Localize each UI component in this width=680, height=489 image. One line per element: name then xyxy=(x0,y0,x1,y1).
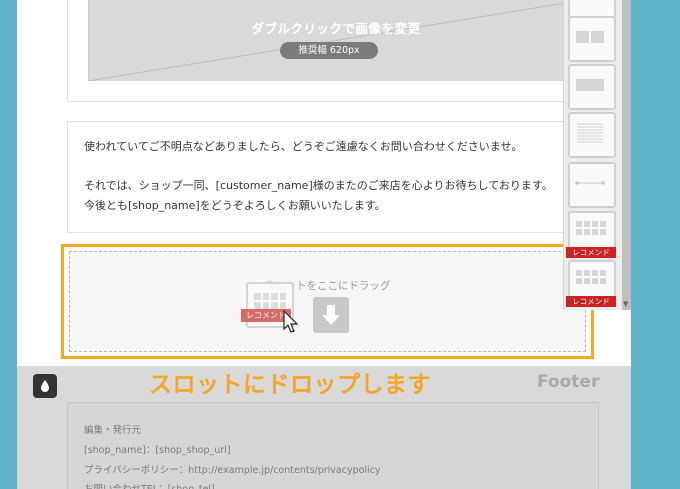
drop-zone-highlight: スロットをここにドラッグ xyxy=(61,244,594,359)
recommend-tag: レコメンド xyxy=(566,247,616,258)
drop-arrow-icon xyxy=(313,297,349,333)
image-placeholder-cross xyxy=(88,0,584,81)
slot-drop-zone[interactable]: スロットをここにドラッグ xyxy=(69,251,586,352)
divider-slot-icon xyxy=(575,181,605,185)
recommend-grid-slot-icon xyxy=(576,270,606,284)
footer-line: 編集・発行元 xyxy=(84,425,142,436)
drop-icon[interactable] xyxy=(33,374,57,398)
mouse-pointer-icon xyxy=(283,309,299,338)
image-block[interactable]: ダブルクリックで画像を変更 推奨幅 620px xyxy=(67,0,599,102)
text-line: 使われていてご不明点などありましたら、どうぞご遠慮なくお問い合わせくださいませ。 xyxy=(84,140,523,153)
slot-item-image[interactable] xyxy=(568,64,616,110)
scroll-down-arrow-icon[interactable]: ▼ xyxy=(623,300,628,308)
text-line: それでは、ショップ一同、[customer_name]様のまたのご来店を心よりお… xyxy=(84,179,553,192)
slot-item-divider[interactable] xyxy=(568,162,616,208)
slot-item-text[interactable] xyxy=(568,112,616,158)
footer-line: [shop_name]：[shop_shop_url] xyxy=(84,445,231,456)
grid-icon xyxy=(254,293,286,309)
recommended-width-badge: 推奨幅 620px xyxy=(280,42,378,59)
drop-callout-text: スロットにドロップします xyxy=(149,372,431,398)
mail-editor-canvas: ダブルクリックで画像を変更 推奨幅 620px 使われていてご不明点などありまし… xyxy=(17,0,631,489)
recommend-tag: レコメンド xyxy=(566,296,616,307)
text-line: 今後とも[shop_name]をどうぞよろしくお願いいたします。 xyxy=(84,199,386,212)
slot-item-recommend[interactable]: レコメンド xyxy=(566,211,616,258)
slot-item-recommend[interactable]: レコメンド xyxy=(566,260,616,307)
footer-text-block[interactable]: 編集・発行元 [shop_name]：[shop_shop_url] プライバシ… xyxy=(67,402,599,489)
image-placeholder[interactable]: ダブルクリックで画像を変更 推奨幅 620px xyxy=(88,0,584,81)
text-block[interactable]: 使われていてご不明点などありましたら、どうぞご遠慮なくお問い合わせくださいませ。… xyxy=(67,121,599,233)
image-slot-icon xyxy=(576,79,604,91)
text-slot-icon xyxy=(577,123,603,143)
footer-line: お問い合わせTEL：[shop_tel] xyxy=(84,481,215,489)
palette-scrollbar[interactable] xyxy=(622,0,631,310)
footer-line: プライバシーポリシー：http://example.jp/contents/pr… xyxy=(84,465,381,476)
recommend-grid-slot-icon xyxy=(576,221,606,235)
slot-palette: レコメンド レコメンド ▼ xyxy=(563,0,631,310)
drop-zone-hint: スロットをここにドラッグ xyxy=(264,280,391,292)
slot-item-two-column[interactable] xyxy=(568,16,616,62)
two-column-slot-icon xyxy=(576,31,604,43)
image-change-caption: ダブルクリックで画像を変更 xyxy=(251,21,421,36)
footer-label: Footer xyxy=(537,372,600,392)
